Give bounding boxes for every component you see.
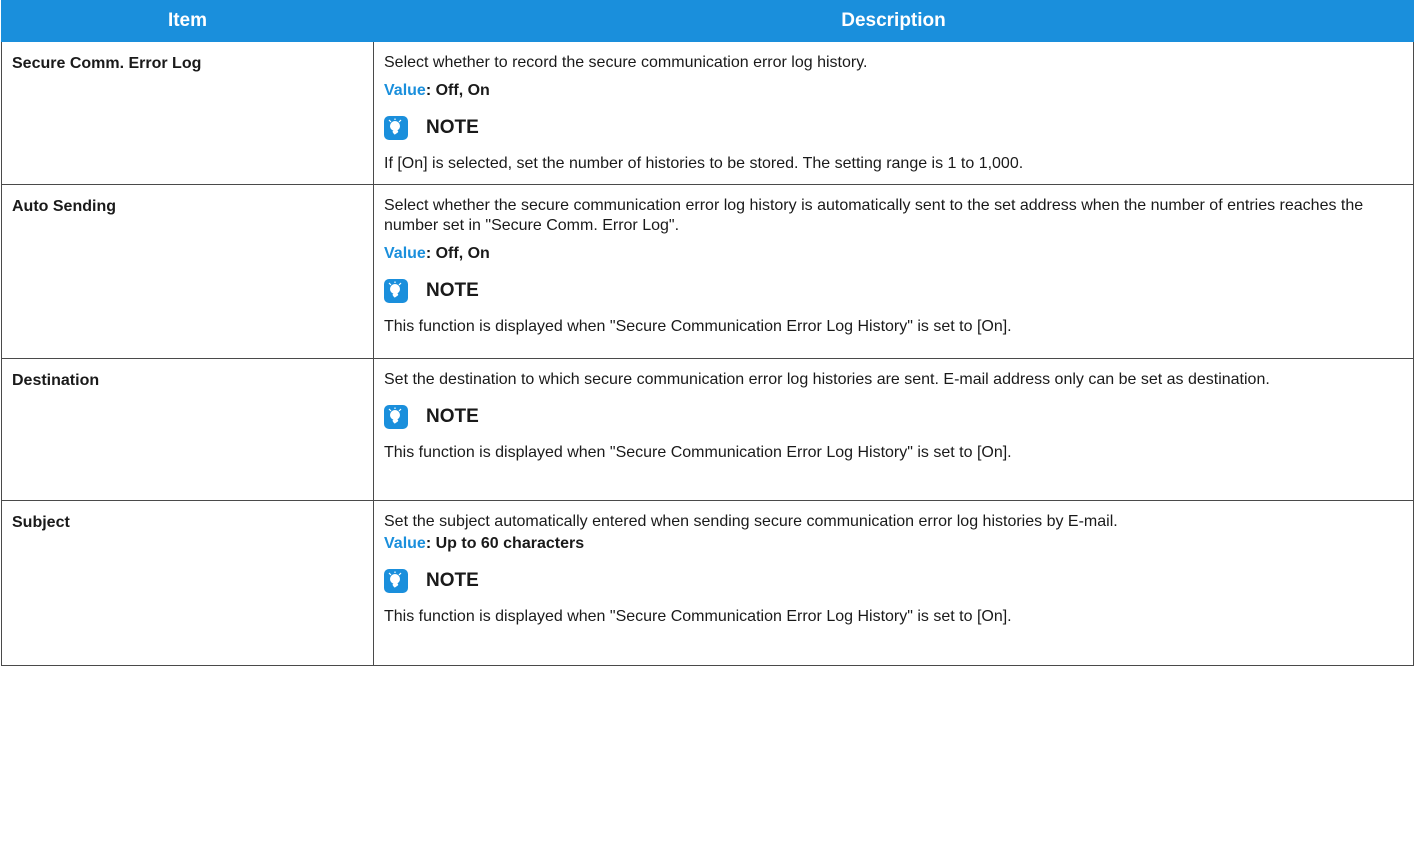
description-text: Select whether to record the secure comm… bbox=[384, 54, 868, 71]
value-label: Value bbox=[384, 245, 426, 262]
note-label: NOTE bbox=[426, 570, 479, 592]
note-text: This function is displayed when "Secure … bbox=[384, 444, 1012, 461]
table-row: Secure Comm. Error Log Select whether to… bbox=[1, 41, 1414, 185]
description-text: Select whether the secure communication … bbox=[384, 197, 1364, 234]
note-label: NOTE bbox=[426, 280, 479, 302]
column-header-description: Description bbox=[373, 0, 1414, 42]
lightbulb-note-icon bbox=[384, 279, 408, 303]
note-heading: NOTE bbox=[384, 115, 1403, 141]
value-options: : Up to 60 characters bbox=[425, 535, 585, 552]
item-name: Auto Sending bbox=[1, 184, 374, 359]
value-label: Value bbox=[384, 535, 426, 552]
value-line: Value: Off, On bbox=[384, 244, 1403, 264]
value-line: Value: Up to 60 characters bbox=[384, 534, 1403, 554]
description-text: Set the subject automatically entered wh… bbox=[384, 513, 1118, 530]
item-name: Secure Comm. Error Log bbox=[1, 41, 374, 185]
table-row: Auto Sending Select whether the secure c… bbox=[1, 184, 1414, 359]
value-options: : Off, On bbox=[425, 245, 490, 262]
description-text: Set the destination to which secure comm… bbox=[384, 371, 1270, 388]
description-cell: Set the destination to which secure comm… bbox=[373, 358, 1414, 501]
description-cell: Set the subject automatically entered wh… bbox=[373, 500, 1414, 666]
value-label: Value bbox=[384, 82, 426, 99]
note-text: If [On] is selected, set the number of h… bbox=[384, 155, 1024, 172]
description-cell: Select whether to record the secure comm… bbox=[373, 41, 1414, 185]
note-text: This function is displayed when "Secure … bbox=[384, 318, 1012, 335]
note-text: This function is displayed when "Secure … bbox=[384, 608, 1012, 625]
lightbulb-note-icon bbox=[384, 405, 408, 429]
settings-table: Item Description Secure Comm. Error Log … bbox=[1, 0, 1414, 666]
note-heading: NOTE bbox=[384, 278, 1403, 304]
item-name: Subject bbox=[1, 500, 374, 666]
item-name: Destination bbox=[1, 358, 374, 501]
note-label: NOTE bbox=[426, 117, 479, 139]
note-heading: NOTE bbox=[384, 568, 1403, 594]
description-cell: Select whether the secure communication … bbox=[373, 184, 1414, 359]
column-header-item: Item bbox=[1, 0, 374, 42]
note-heading: NOTE bbox=[384, 404, 1403, 430]
note-label: NOTE bbox=[426, 406, 479, 428]
table-header-row: Item Description bbox=[1, 0, 1414, 42]
table-row: Destination Set the destination to which… bbox=[1, 358, 1414, 501]
table-row: Subject Set the subject automatically en… bbox=[1, 500, 1414, 666]
lightbulb-note-icon bbox=[384, 116, 408, 140]
value-line: Value: Off, On bbox=[384, 81, 1403, 101]
value-options: : Off, On bbox=[425, 82, 490, 99]
lightbulb-note-icon bbox=[384, 569, 408, 593]
